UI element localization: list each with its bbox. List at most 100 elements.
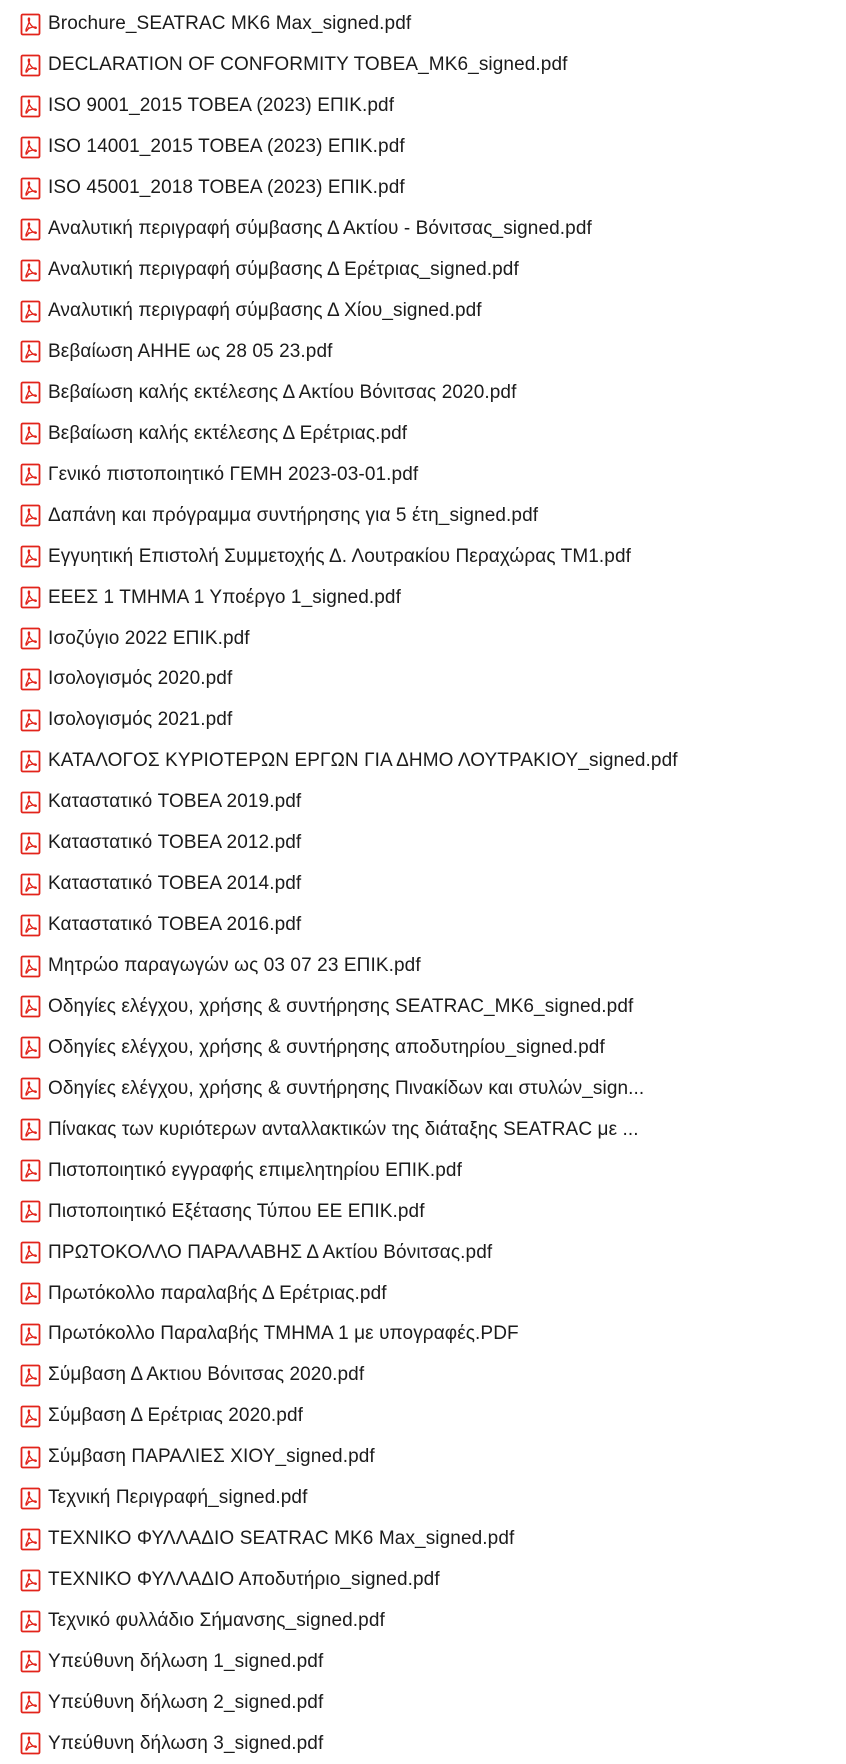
pdf-document-icon <box>20 995 41 1018</box>
pdf-document-icon <box>20 1200 41 1223</box>
file-item[interactable]: Αναλυτική περιγραφή σύμβασης Δ Χίου_sign… <box>20 291 846 332</box>
file-name: Δαπάνη και πρόγραμμα συντήρησης για 5 έτ… <box>48 504 539 526</box>
file-item[interactable]: Σύμβαση Δ Ακτιου Βόνιτσας 2020.pdf <box>20 1355 846 1396</box>
file-item[interactable]: Οδηγίες ελέγχου, χρήσης & συντήρησης Πιν… <box>20 1068 846 1109</box>
pdf-document-icon <box>20 668 41 691</box>
file-name: Ισολογισμός 2021.pdf <box>48 709 233 731</box>
file-name: Καταστατικό TOBEA 2019.pdf <box>48 791 302 813</box>
file-item[interactable]: Καταστατικό TOBEA 2014.pdf <box>20 864 846 905</box>
file-item[interactable]: Υπεύθυνη δήλωση 2_signed.pdf <box>20 1682 846 1723</box>
file-name: ISO 45001_2018 TOBEA (2023) ΕΠΙΚ.pdf <box>48 177 405 199</box>
file-name: Αναλυτική περιγραφή σύμβασης Δ Ερέτριας_… <box>48 259 519 281</box>
file-item[interactable]: Τεχνικό φυλλάδιο Σήμανσης_signed.pdf <box>20 1601 846 1642</box>
file-item[interactable]: ΠΡΩΤΟΚΟΛΛΟ ΠΑΡΑΛΑΒΗΣ Δ Ακτίου Βόνιτσας.p… <box>20 1232 846 1273</box>
file-item[interactable]: Υπεύθυνη δήλωση 3_signed.pdf <box>20 1723 846 1764</box>
file-name: Υπεύθυνη δήλωση 1_signed.pdf <box>48 1650 324 1672</box>
pdf-document-icon <box>20 1691 41 1714</box>
pdf-document-icon <box>20 1036 41 1059</box>
pdf-document-icon <box>20 545 41 568</box>
file-item[interactable]: Ισοζύγιο 2022 ΕΠΙΚ.pdf <box>20 618 846 659</box>
file-name: Οδηγίες ελέγχου, χρήσης & συντήρησης SEA… <box>48 995 634 1017</box>
pdf-document-icon <box>20 1159 41 1182</box>
pdf-document-icon <box>20 1446 41 1469</box>
file-item[interactable]: Πρωτόκολλο παραλαβής Δ Ερέτριας.pdf <box>20 1273 846 1314</box>
pdf-document-icon <box>20 832 41 855</box>
pdf-document-icon <box>20 1241 41 1264</box>
file-item[interactable]: Εγγυητική Επιστολή Συμμετοχής Δ. Λουτρακ… <box>20 536 846 577</box>
pdf-document-icon <box>20 1323 41 1346</box>
file-item[interactable]: Τεχνική Περιγραφή_signed.pdf <box>20 1478 846 1519</box>
file-name: Τεχνικό φυλλάδιο Σήμανσης_signed.pdf <box>48 1610 385 1632</box>
file-item[interactable]: Σύμβαση Δ Ερέτριας 2020.pdf <box>20 1396 846 1437</box>
file-name: Καταστατικό TOBEA 2012.pdf <box>48 832 302 854</box>
pdf-document-icon <box>20 300 41 323</box>
pdf-document-icon <box>20 791 41 814</box>
file-name: Καταστατικό TOBEA 2016.pdf <box>48 914 302 936</box>
file-item[interactable]: Πίνακας των κυριότερων ανταλλακτικών της… <box>20 1109 846 1150</box>
file-item[interactable]: Βεβαίωση καλής εκτέλεσης Δ Ακτίου Βόνιτσ… <box>20 372 846 413</box>
file-name: Υπεύθυνη δήλωση 3_signed.pdf <box>48 1732 324 1754</box>
file-item[interactable]: Αναλυτική περιγραφή σύμβασης Δ Ερέτριας_… <box>20 250 846 291</box>
file-name: Πιστοποιητικό Εξέτασης Τύπου ΕΕ ΕΠΙΚ.pdf <box>48 1200 425 1222</box>
file-item[interactable]: Βεβαίωση καλής εκτέλεσης Δ Ερέτριας.pdf <box>20 413 846 454</box>
pdf-document-icon <box>20 955 41 978</box>
file-item[interactable]: Καταστατικό TOBEA 2012.pdf <box>20 823 846 864</box>
file-item[interactable]: Οδηγίες ελέγχου, χρήσης & συντήρησης απο… <box>20 1027 846 1068</box>
file-item[interactable]: ΤΕΧΝΙΚΟ ΦΥΛΛΑΔΙΟ SEATRAC MK6 Max_signed.… <box>20 1519 846 1560</box>
file-item[interactable]: ΕΕΕΣ 1 ΤΜΗΜΑ 1 Υποέργο 1_signed.pdf <box>20 577 846 618</box>
file-item[interactable]: Ισολογισμός 2020.pdf <box>20 659 846 700</box>
pdf-document-icon <box>20 1732 41 1755</box>
file-name: ISO 9001_2015 TOBEA (2023) ΕΠΙΚ.pdf <box>48 95 395 117</box>
file-item[interactable]: ISO 9001_2015 TOBEA (2023) ΕΠΙΚ.pdf <box>20 86 846 127</box>
file-name: Πιστοποιητικό εγγραφής επιμελητηρίου ΕΠΙ… <box>48 1159 462 1181</box>
file-item[interactable]: Πιστοποιητικό εγγραφής επιμελητηρίου ΕΠΙ… <box>20 1150 846 1191</box>
file-item[interactable]: ΚΑΤΑΛΟΓΟΣ ΚΥΡΙΟΤΕΡΩΝ ΕΡΓΩΝ ΓΙΑ ΔΗΜΟ ΛΟΥΤ… <box>20 741 846 782</box>
pdf-document-icon <box>20 259 41 282</box>
file-item[interactable]: Αναλυτική περιγραφή σύμβασης Δ Ακτίου - … <box>20 209 846 250</box>
file-item[interactable]: Υπεύθυνη δήλωση 1_signed.pdf <box>20 1642 846 1683</box>
file-name: Βεβαίωση ΑΗΗΕ ως 28 05 23.pdf <box>48 340 333 362</box>
pdf-document-icon <box>20 1282 41 1305</box>
file-name: Γενικό πιστοποιητικό ΓΕΜΗ 2023-03-01.pdf <box>48 463 419 485</box>
file-item[interactable]: Οδηγίες ελέγχου, χρήσης & συντήρησης SEA… <box>20 987 846 1028</box>
file-name: Σύμβαση ΠΑΡΑΛΙΕΣ ΧΙΟΥ_signed.pdf <box>48 1446 375 1468</box>
file-item[interactable]: ISO 14001_2015 TOBEA (2023) ΕΠΙΚ.pdf <box>20 127 846 168</box>
file-name: Βεβαίωση καλής εκτέλεσης Δ Ακτίου Βόνιτσ… <box>48 381 517 403</box>
file-item[interactable]: Καταστατικό TOBEA 2019.pdf <box>20 782 846 823</box>
pdf-document-icon <box>20 463 41 486</box>
file-item[interactable]: DECLARATION OF CONFORMITY TOBEA_MK6_sign… <box>20 45 846 86</box>
file-item[interactable]: Ισολογισμός 2021.pdf <box>20 700 846 741</box>
file-name: Ισοζύγιο 2022 ΕΠΙΚ.pdf <box>48 627 250 649</box>
pdf-document-icon <box>20 1487 41 1510</box>
file-item[interactable]: ΤΕΧΝΙΚΟ ΦΥΛΛΑΔΙΟ Αποδυτήριο_signed.pdf <box>20 1560 846 1601</box>
file-name: ΚΑΤΑΛΟΓΟΣ ΚΥΡΙΟΤΕΡΩΝ ΕΡΓΩΝ ΓΙΑ ΔΗΜΟ ΛΟΥΤ… <box>48 750 678 772</box>
file-item[interactable]: ISO 45001_2018 TOBEA (2023) ΕΠΙΚ.pdf <box>20 168 846 209</box>
file-name: Ισολογισμός 2020.pdf <box>48 668 233 690</box>
pdf-document-icon <box>20 1528 41 1551</box>
file-name: Πίνακας των κυριότερων ανταλλακτικών της… <box>48 1118 639 1140</box>
file-name: Οδηγίες ελέγχου, χρήσης & συντήρησης απο… <box>48 1036 605 1058</box>
file-name: ΤΕΧΝΙΚΟ ΦΥΛΛΑΔΙΟ SEATRAC MK6 Max_signed.… <box>48 1528 515 1550</box>
file-item[interactable]: Σύμβαση ΠΑΡΑΛΙΕΣ ΧΙΟΥ_signed.pdf <box>20 1437 846 1478</box>
file-item[interactable]: Πρωτόκολλο Παραλαβής ΤΜΗΜΑ 1 με υπογραφέ… <box>20 1314 846 1355</box>
pdf-document-icon <box>20 1650 41 1673</box>
file-name: DECLARATION OF CONFORMITY TOBEA_MK6_sign… <box>48 54 568 76</box>
file-item[interactable]: Μητρώο παραγωγών ως 03 07 23 ΕΠΙΚ.pdf <box>20 946 846 987</box>
file-name: ΕΕΕΣ 1 ΤΜΗΜΑ 1 Υποέργο 1_signed.pdf <box>48 586 401 608</box>
file-list: Brochure_SEATRAC MK6 Max_signed.pdf DECL… <box>0 0 846 1764</box>
file-name: Σύμβαση Δ Ακτιου Βόνιτσας 2020.pdf <box>48 1364 365 1386</box>
file-name: Εγγυητική Επιστολή Συμμετοχής Δ. Λουτρακ… <box>48 545 632 567</box>
file-item[interactable]: Βεβαίωση ΑΗΗΕ ως 28 05 23.pdf <box>20 332 846 373</box>
file-item[interactable]: Δαπάνη και πρόγραμμα συντήρησης για 5 έτ… <box>20 495 846 536</box>
file-item[interactable]: Γενικό πιστοποιητικό ΓΕΜΗ 2023-03-01.pdf <box>20 454 846 495</box>
file-name: Αναλυτική περιγραφή σύμβασης Δ Ακτίου - … <box>48 218 592 240</box>
file-item[interactable]: Brochure_SEATRAC MK6 Max_signed.pdf <box>20 4 846 45</box>
file-name: Υπεύθυνη δήλωση 2_signed.pdf <box>48 1691 324 1713</box>
pdf-document-icon <box>20 504 41 527</box>
file-item[interactable]: Καταστατικό TOBEA 2016.pdf <box>20 905 846 946</box>
file-name: ΠΡΩΤΟΚΟΛΛΟ ΠΑΡΑΛΑΒΗΣ Δ Ακτίου Βόνιτσας.p… <box>48 1241 493 1263</box>
file-name: Οδηγίες ελέγχου, χρήσης & συντήρησης Πιν… <box>48 1077 645 1099</box>
file-item[interactable]: Πιστοποιητικό Εξέτασης Τύπου ΕΕ ΕΠΙΚ.pdf <box>20 1191 846 1232</box>
pdf-document-icon <box>20 1610 41 1633</box>
file-name: Καταστατικό TOBEA 2014.pdf <box>48 873 302 895</box>
